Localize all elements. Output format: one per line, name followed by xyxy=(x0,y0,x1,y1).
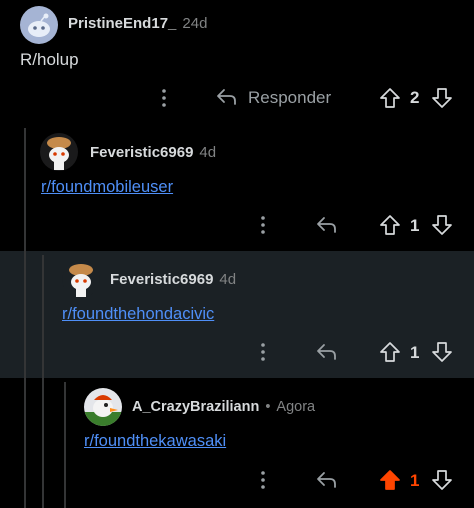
user-avatar[interactable] xyxy=(62,260,100,298)
user-avatar[interactable] xyxy=(40,133,78,171)
user-avatar[interactable] xyxy=(20,6,58,44)
timestamp: 4d xyxy=(199,144,217,161)
subreddit-link[interactable]: r/foundmobileuser xyxy=(41,178,173,197)
more-options-icon[interactable] xyxy=(258,214,268,236)
upvote-arrow-icon-active[interactable] xyxy=(379,469,401,491)
upvote-arrow-icon[interactable] xyxy=(379,214,401,236)
username[interactable]: Feveristic6969 xyxy=(110,271,213,288)
vote-count: 1 xyxy=(410,216,420,235)
vote-count: 1 xyxy=(410,471,420,490)
username[interactable]: Feveristic6969 xyxy=(90,144,193,161)
timestamp: 24d xyxy=(182,15,208,32)
comment-text: R/holup xyxy=(20,50,79,69)
reply-arrow-icon[interactable] xyxy=(316,343,338,361)
reply-arrow-icon xyxy=(217,89,236,105)
downvote-arrow-icon[interactable] xyxy=(431,341,453,363)
timestamp: Agora xyxy=(276,399,316,415)
reply-arrow-icon[interactable] xyxy=(316,471,338,489)
user-avatar[interactable] xyxy=(84,388,122,426)
reply-arrow-icon[interactable] xyxy=(316,216,338,234)
downvote-arrow-icon[interactable] xyxy=(431,469,453,491)
snoo-avatar-icon xyxy=(47,137,71,170)
username[interactable]: A_CrazyBraziliann xyxy=(132,399,259,415)
subreddit-link[interactable]: r/foundthekawasaki xyxy=(84,432,226,451)
bird-avatar-icon xyxy=(84,395,122,426)
upvote-arrow-icon[interactable] xyxy=(379,341,401,363)
upvote-arrow-icon[interactable] xyxy=(379,87,401,109)
more-options-icon[interactable] xyxy=(159,87,169,109)
vote-count: 1 xyxy=(410,343,420,362)
more-options-icon[interactable] xyxy=(258,469,268,491)
downvote-arrow-icon[interactable] xyxy=(431,87,453,109)
downvote-arrow-icon[interactable] xyxy=(431,214,453,236)
username[interactable]: PristineEnd17_ xyxy=(68,15,176,32)
more-options-icon[interactable] xyxy=(258,341,268,363)
thread-line-level-2[interactable] xyxy=(42,255,44,508)
thread-line-level-3[interactable] xyxy=(64,382,66,508)
thread-line-level-1[interactable] xyxy=(24,128,26,508)
timestamp: 4d xyxy=(219,271,237,288)
separator-dot: • xyxy=(265,399,271,415)
subreddit-link[interactable]: r/foundthehondacivic xyxy=(62,305,214,324)
vote-count: 2 xyxy=(410,88,420,107)
snoo-avatar-icon xyxy=(28,13,50,37)
snoo-avatar-icon xyxy=(69,264,93,297)
reply-label: Responder xyxy=(248,88,332,107)
